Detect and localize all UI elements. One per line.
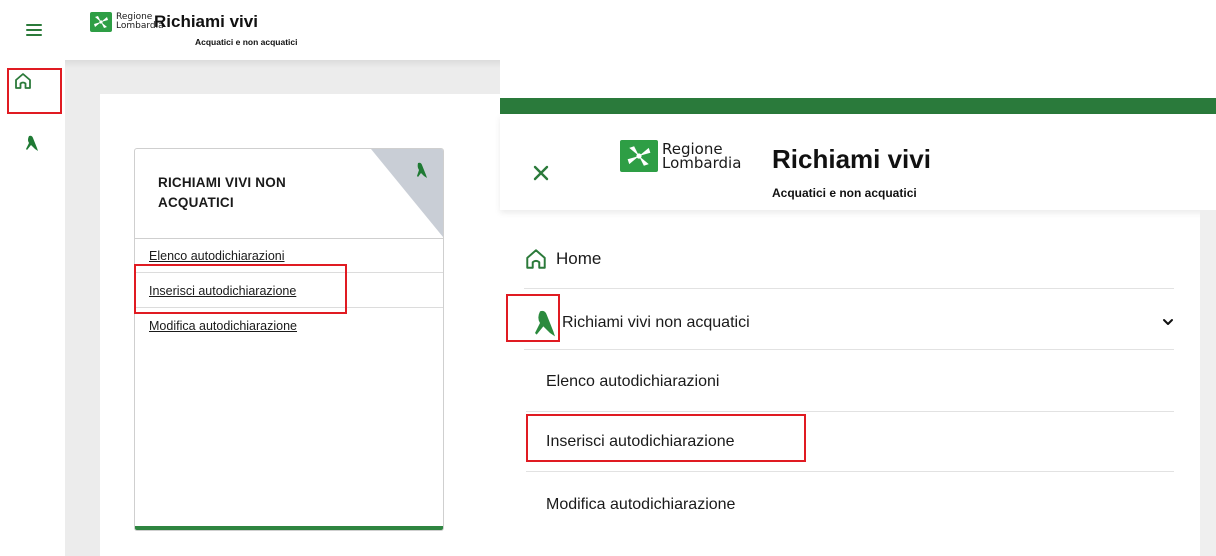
drawer-header: Regione Lombardia Richiami vivi Acquatic…: [500, 114, 1216, 210]
app-title: Richiami vivi: [772, 144, 931, 174]
app-subtitle: Acquatici e non acquatici: [195, 37, 298, 47]
menu-item-richiami-non-acquatici[interactable]: Richiami vivi non acquatici: [524, 303, 1174, 343]
richiami-card: RICHIAMI VIVI NON ACQUATICI Elenco autod…: [134, 148, 444, 531]
card-title-line1: RICHIAMI VIVI NON: [158, 175, 286, 190]
logo-mark-icon: [620, 140, 658, 172]
card-title: RICHIAMI VIVI NON ACQUATICI: [158, 173, 328, 213]
scrollbar[interactable]: [1200, 210, 1216, 556]
card-title-line2: ACQUATICI: [158, 195, 234, 210]
home-icon: [524, 247, 548, 271]
submenu-label-elenco: Elenco autodichiarazioni: [546, 373, 720, 390]
divider: [526, 471, 1174, 472]
logo-mark-icon: [90, 12, 112, 32]
menu-item-home[interactable]: Home: [524, 245, 1174, 273]
card-link-modifica[interactable]: Modifica autodichiarazione: [149, 319, 297, 333]
submenu-item-elenco[interactable]: Elenco autodichiarazioni: [546, 370, 1166, 394]
bird-icon: [530, 307, 560, 339]
submenu-label-inserisci: Inserisci autodichiarazione: [546, 433, 735, 450]
divider: [524, 349, 1174, 350]
submenu-item-modifica[interactable]: Modifica autodichiarazione: [546, 493, 1166, 517]
logo-line2: Lombardia: [662, 154, 742, 172]
chevron-down-icon[interactable]: [1162, 314, 1174, 332]
divider: [135, 307, 443, 308]
regione-lombardia-logo: Regione Lombardia: [90, 12, 164, 32]
app-title: Richiami vivi: [154, 12, 258, 31]
top-green-strip: [500, 98, 1216, 114]
card-bottom-bar: [135, 526, 443, 530]
close-icon[interactable]: [532, 164, 550, 182]
menu-label-richiami: Richiami vivi non acquatici: [562, 314, 750, 331]
header-shadow: [65, 60, 500, 68]
card-header: RICHIAMI VIVI NON ACQUATICI: [135, 149, 443, 239]
bird-icon[interactable]: [23, 134, 41, 152]
regione-lombardia-logo: Regione Lombardia: [620, 140, 741, 172]
menu-icon[interactable]: [26, 24, 42, 36]
divider: [524, 288, 1174, 289]
card-corner: [371, 149, 443, 237]
divider: [135, 272, 443, 273]
card-link-inserisci[interactable]: Inserisci autodichiarazione: [149, 284, 296, 298]
top-bar: Regione Lombardia Richiami vivi Acquatic…: [0, 0, 500, 60]
side-rail: [0, 60, 65, 556]
menu-drawer-screenshot: Regione Lombardia Richiami vivi Acquatic…: [500, 98, 1216, 556]
app-subtitle: Acquatici e non acquatici: [772, 186, 917, 200]
divider: [526, 411, 1174, 412]
home-page-screenshot: Regione Lombardia Richiami vivi Acquatic…: [0, 0, 500, 556]
card-link-elenco[interactable]: Elenco autodichiarazioni: [149, 249, 285, 263]
menu-label-home: Home: [556, 249, 602, 268]
submenu-label-modifica: Modifica autodichiarazione: [546, 496, 736, 513]
submenu-item-inserisci[interactable]: Inserisci autodichiarazione: [546, 430, 1166, 454]
home-icon[interactable]: [12, 70, 34, 92]
logo-text: Regione Lombardia: [662, 141, 742, 172]
